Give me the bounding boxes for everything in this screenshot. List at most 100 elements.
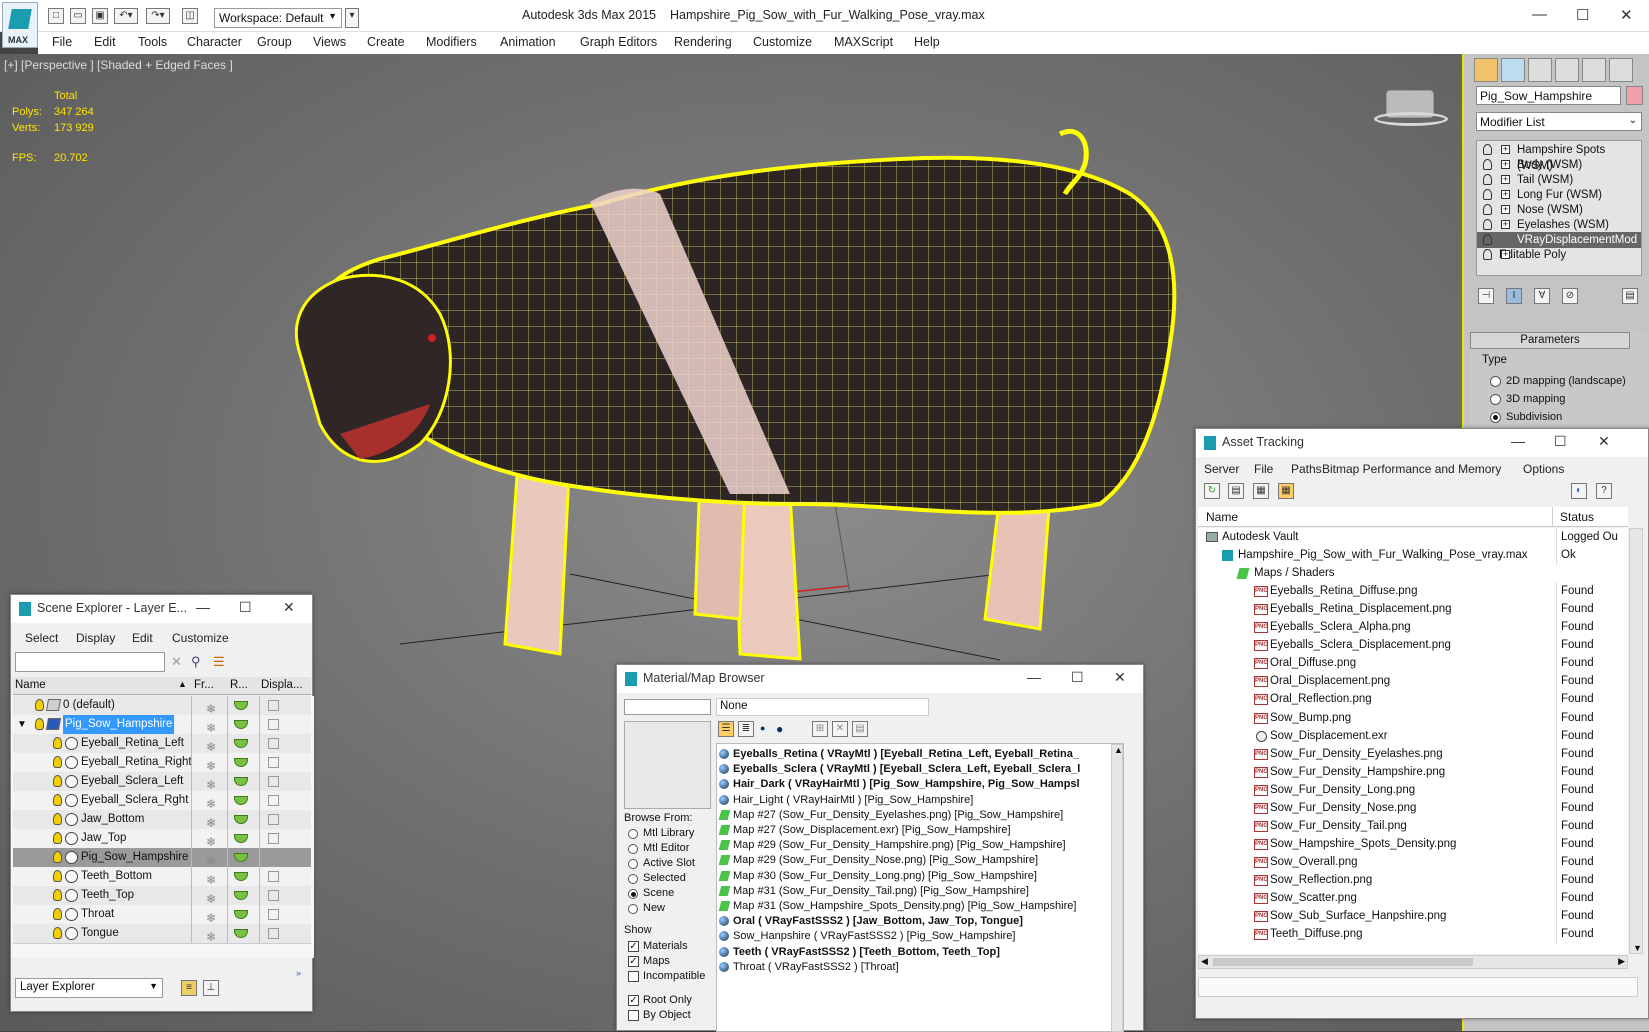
expand-icon[interactable]: +: [1501, 175, 1510, 184]
col-asset-name[interactable]: Name: [1206, 510, 1238, 524]
list-item[interactable]: Map #29 (Sow_Fur_Density_Nose.png) [Pig_…: [717, 852, 1109, 868]
root-only-checkbox[interactable]: ✓: [628, 995, 639, 1006]
scene-search-input[interactable]: [15, 652, 165, 672]
list-item[interactable]: Map #30 (Sow_Fur_Density_Long.png) [Pig_…: [717, 868, 1109, 884]
render-cell[interactable]: [227, 696, 259, 715]
display-cell[interactable]: [259, 715, 309, 734]
table-row[interactable]: PNG Oral_Displacement.png Found: [1198, 672, 1628, 692]
redo-icon[interactable]: ↷▾: [146, 8, 170, 24]
clear-search-icon[interactable]: ✕: [171, 654, 182, 670]
render-cell[interactable]: [227, 848, 259, 867]
table-row[interactable]: Tongue ❄: [13, 924, 311, 944]
workspace-dropdown[interactable]: Workspace: Default ▼: [214, 8, 342, 28]
table-row[interactable]: PNG Eyeballs_Sclera_Displacement.png Found: [1198, 636, 1628, 656]
expand-icon[interactable]: +: [1501, 160, 1510, 169]
scroll-thumb[interactable]: [1213, 958, 1473, 966]
assign-icon[interactable]: ⊞: [812, 721, 828, 737]
explorer-type-dropdown[interactable]: Layer Explorer ▼: [15, 978, 163, 998]
list-item[interactable]: Map #31 (Sow_Fur_Density_Tail.png) [Pig_…: [717, 883, 1109, 899]
list-item[interactable]: Hair_Light ( VRayHairMtl ) [Pig_Sow_Hamp…: [717, 792, 1109, 808]
browse-radio[interactable]: [628, 889, 638, 899]
menu-maxscript[interactable]: MAXScript: [834, 35, 893, 49]
table-row[interactable]: PNG Eyeballs_Retina_Diffuse.png Found: [1198, 582, 1628, 602]
table-row[interactable]: Eyeball_Retina_Right ❄: [13, 753, 311, 773]
row-name[interactable]: Pig_Sow_Hampshire: [63, 715, 175, 734]
asset-horizontal-scrollbar[interactable]: ◀ ▶: [1198, 955, 1628, 969]
display-cell[interactable]: [259, 734, 309, 753]
col-name[interactable]: Name: [15, 679, 46, 691]
app-logo-button[interactable]: MAX: [2, 2, 38, 48]
vault-icon[interactable]: ◐: [1571, 483, 1587, 499]
table-row[interactable]: Pig_Sow_Hampshire ❄: [13, 848, 311, 868]
at-menu-options[interactable]: Options: [1523, 462, 1564, 476]
list-item[interactable]: Oral ( VRayFastSSS2 ) [Jaw_Bottom, Jaw_T…: [717, 913, 1109, 929]
undo-icon[interactable]: ↶▾: [114, 8, 138, 24]
lightbulb-icon[interactable]: [1483, 234, 1492, 245]
filter-options-icon[interactable]: ☰: [213, 654, 225, 670]
menu-file[interactable]: File: [52, 35, 72, 49]
expand-icon[interactable]: +: [1501, 145, 1510, 154]
layer-mode-icon[interactable]: ≡: [181, 980, 197, 996]
lightbulb-icon[interactable]: [53, 756, 62, 768]
render-cell[interactable]: [227, 924, 259, 943]
list-item[interactable]: Map #27 (Sow_Displacement.exr) [Pig_Sow_…: [717, 822, 1109, 838]
root-only-label[interactable]: Root Only: [643, 994, 692, 1006]
render-cell[interactable]: [227, 829, 259, 848]
expand-icon[interactable]: +: [1501, 205, 1510, 214]
maximize-icon[interactable]: ☐: [1554, 433, 1567, 450]
close-icon[interactable]: ✕: [1598, 433, 1610, 450]
lightbulb-icon[interactable]: [53, 832, 62, 844]
hierarchy-tab-icon[interactable]: [1528, 58, 1552, 82]
row-name[interactable]: Eyeball_Sclera_Left: [81, 772, 183, 791]
table-row[interactable]: PNG Sow_Sub_Surface_Hanpshire.png Found: [1198, 907, 1628, 927]
small-sphere-icon[interactable]: ●: [760, 723, 765, 733]
browse-option-label[interactable]: Mtl Editor: [643, 842, 689, 854]
lightbulb-icon[interactable]: [53, 737, 62, 749]
menu-customize[interactable]: Customize: [753, 35, 812, 49]
lightbulb-icon[interactable]: [53, 908, 62, 920]
thumbnail-view-icon[interactable]: ▦: [1253, 483, 1269, 499]
render-cell[interactable]: [227, 715, 259, 734]
list-item[interactable]: Sow_Hanpshire ( VRayFastSSS2 ) [Pig_Sow_…: [717, 928, 1109, 944]
create-tab-icon[interactable]: [1474, 58, 1498, 82]
maximize-icon[interactable]: ☐: [1071, 669, 1084, 686]
table-row[interactable]: PNG Sow_Scatter.png Found: [1198, 889, 1628, 908]
by-object-checkbox[interactable]: [628, 1010, 639, 1021]
table-row[interactable]: Teeth_Bottom ❄: [13, 867, 311, 887]
asset-tracking-titlebar[interactable]: Asset Tracking — ☐ ✕: [1196, 429, 1648, 457]
menu-edit[interactable]: Edit: [94, 35, 116, 49]
list-item[interactable]: Map #27 (Sow_Fur_Density_Eyelashes.png) …: [717, 807, 1109, 823]
material-search-input[interactable]: [624, 699, 711, 715]
browse-radio[interactable]: [628, 874, 638, 884]
freeze-cell[interactable]: ❄: [191, 772, 227, 792]
freeze-cell[interactable]: ❄: [191, 867, 227, 887]
lightbulb-icon[interactable]: [1483, 144, 1492, 155]
refresh-icon[interactable]: ↻: [1204, 483, 1220, 499]
table-row[interactable]: PNG Teeth_Diffuse.png Found: [1198, 925, 1628, 945]
display-cell[interactable]: [259, 886, 309, 905]
table-row[interactable]: Jaw_Top ❄: [13, 829, 311, 849]
display-cell[interactable]: [259, 791, 309, 810]
table-row[interactable]: 0 (default) ❄: [13, 696, 311, 716]
browse-option-label[interactable]: Scene: [643, 887, 674, 899]
se-menu-edit[interactable]: Edit: [132, 631, 153, 645]
col-asset-status[interactable]: Status: [1560, 510, 1594, 524]
freeze-cell[interactable]: ❄: [191, 848, 227, 868]
object-name-field[interactable]: Pig_Sow_Hampshire: [1476, 86, 1621, 105]
type-option-label[interactable]: Subdivision: [1506, 411, 1562, 423]
expand-icon[interactable]: +: [1501, 190, 1510, 199]
row-name[interactable]: Eyeball_Retina_Left: [81, 734, 184, 753]
menu-modifiers[interactable]: Modifiers: [426, 35, 477, 49]
modify-tab-icon[interactable]: [1501, 58, 1525, 82]
table-row[interactable]: ▼ Pig_Sow_Hampshire ❄: [13, 715, 311, 735]
row-name[interactable]: Eyeball_Sclera_Rght: [81, 791, 188, 810]
render-cell[interactable]: [227, 791, 259, 810]
asset-vertical-scrollbar[interactable]: ▼: [1629, 528, 1643, 954]
remove-modifier-icon[interactable]: ⊘: [1562, 288, 1578, 304]
se-menu-customize[interactable]: Customize: [172, 631, 229, 645]
at-menu-bitmap-performance[interactable]: Bitmap Performance and Memory: [1322, 462, 1501, 476]
table-row[interactable]: Eyeball_Sclera_Rght ❄: [13, 791, 311, 811]
lightbulb-icon[interactable]: [53, 889, 62, 901]
render-cell[interactable]: [227, 753, 259, 772]
list-item[interactable]: Eyeballs_Sclera ( VRayMtl ) [Eyeball_Scl…: [717, 761, 1109, 777]
